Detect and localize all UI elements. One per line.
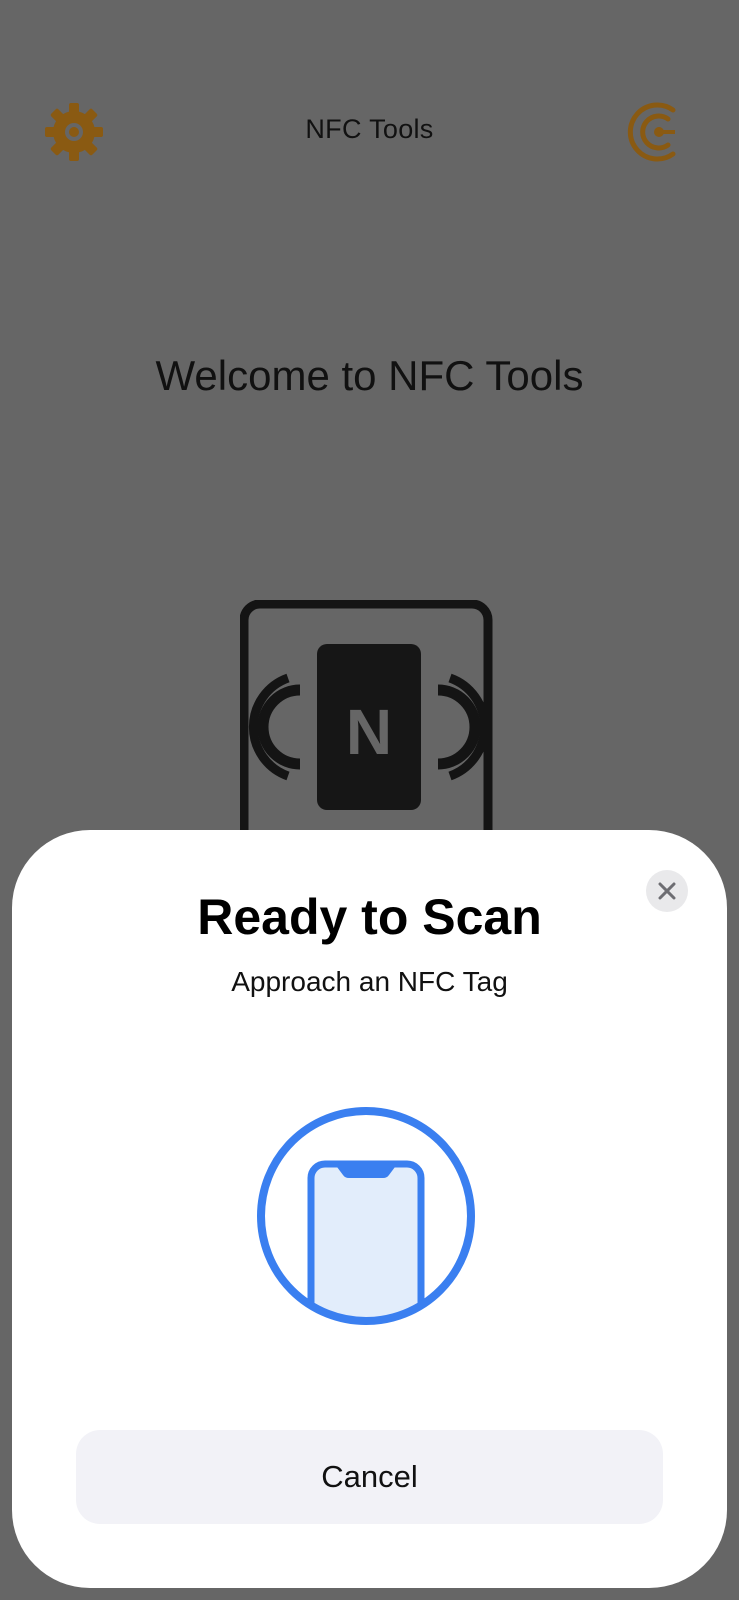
- welcome-heading: Welcome to NFC Tools: [155, 352, 584, 399]
- app-logo-icon: [627, 102, 676, 162]
- app-logo-button[interactable]: [624, 100, 688, 164]
- nfc-badge-letter: N: [346, 696, 392, 768]
- scan-title: Ready to Scan: [197, 889, 542, 945]
- cancel-button[interactable]: Cancel: [76, 1430, 663, 1524]
- nfc-tag-icon: N: [240, 600, 493, 840]
- nav-bar: NFC Tools: [0, 90, 739, 170]
- scan-sheet: Ready to Scan Approach an NFC Tag Cancel: [12, 830, 727, 1588]
- phone-scan-icon: [257, 1107, 475, 1325]
- scan-subtitle: Approach an NFC Tag: [231, 966, 508, 997]
